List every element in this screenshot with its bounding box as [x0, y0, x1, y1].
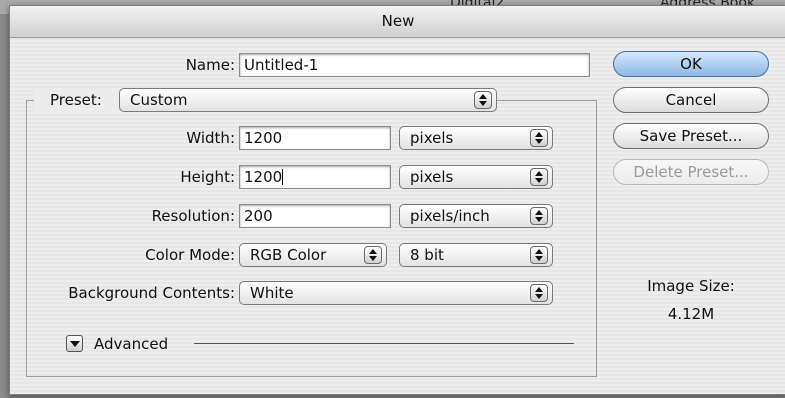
resolution-unit-popup[interactable]: pixels/inch [399, 204, 553, 228]
advanced-label[interactable]: Advanced [94, 332, 168, 356]
resolution-field[interactable]: 200 [239, 204, 391, 228]
popup-arrows-icon [530, 246, 548, 264]
advanced-divider [194, 343, 574, 344]
ok-button[interactable]: OK [613, 51, 769, 77]
resolution-label: Resolution: [151, 207, 235, 225]
preset-value: Custom [130, 91, 188, 109]
image-size-label: Image Size: [647, 277, 735, 295]
dialog-title: New [10, 6, 785, 38]
height-label: Height: [180, 168, 235, 186]
preset-label: Preset: [34, 88, 132, 112]
bit-depth-popup[interactable]: 8 bit [399, 243, 553, 267]
image-size-value: 4.12M [667, 305, 715, 323]
width-label: Width: [186, 129, 235, 147]
resolution-unit-value: pixels/inch [410, 207, 490, 225]
advanced-disclosure-icon[interactable] [66, 335, 83, 352]
width-unit-value: pixels [410, 129, 454, 147]
background-contents-label: Background Contents: [68, 284, 235, 302]
color-mode-value: RGB Color [250, 246, 327, 264]
save-preset-button[interactable]: Save Preset... [613, 123, 769, 149]
height-field[interactable]: 1200 [239, 165, 391, 189]
popup-arrows-icon [364, 246, 382, 264]
background-contents-value: White [250, 284, 294, 302]
bit-depth-value: 8 bit [410, 246, 444, 264]
popup-arrows-icon [530, 284, 548, 302]
cancel-button[interactable]: Cancel [613, 87, 769, 113]
popup-arrows-icon [530, 129, 548, 147]
color-mode-popup[interactable]: RGB Color [239, 243, 387, 267]
height-unit-popup[interactable]: pixels [399, 165, 553, 189]
width-unit-popup[interactable]: pixels [399, 126, 553, 150]
popup-arrows-icon [530, 207, 548, 225]
width-field[interactable]: 1200 [239, 126, 391, 150]
new-document-dialog: New Name: Untitled-1 Preset: Custom Widt… [9, 5, 785, 395]
height-unit-value: pixels [410, 168, 454, 186]
height-value: 1200 [244, 168, 283, 186]
text-caret [282, 169, 284, 185]
popup-arrows-icon [530, 168, 548, 186]
name-label: Name: [185, 56, 235, 74]
preset-popup[interactable]: Custom [119, 88, 497, 112]
delete-preset-button[interactable]: Delete Preset... [613, 159, 769, 185]
name-field[interactable]: Untitled-1 [239, 53, 590, 77]
color-mode-label: Color Mode: [145, 246, 235, 264]
popup-arrows-icon [474, 91, 492, 109]
background-contents-popup[interactable]: White [239, 281, 553, 305]
